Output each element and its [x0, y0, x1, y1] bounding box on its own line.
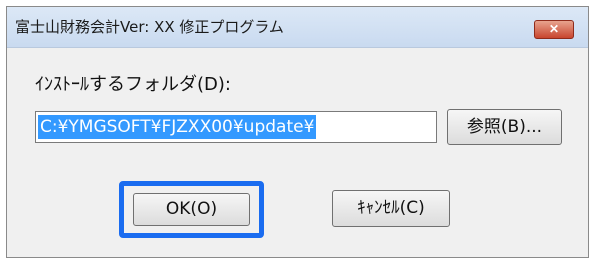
- window-title: 富士山財務会計Ver: XX 修正プログラム: [15, 18, 284, 36]
- install-folder-input[interactable]: C:¥YMGSOFT¥FJZXX00¥update¥: [35, 111, 437, 143]
- close-icon: ✕: [548, 22, 560, 36]
- cancel-button[interactable]: ｷｬﾝｾﾙ(C): [332, 190, 450, 227]
- install-folder-path-value[interactable]: C:¥YMGSOFT¥FJZXX00¥update¥: [38, 115, 317, 139]
- dialog-body: ｲﾝｽﾄｰﾙするフォルダ(D): C:¥YMGSOFT¥FJZXX00¥upda…: [7, 48, 588, 257]
- ok-button[interactable]: OK(O): [133, 193, 250, 226]
- install-folder-label: ｲﾝｽﾄｰﾙするフォルダ(D):: [35, 74, 231, 95]
- browse-button[interactable]: 参照(B)...: [447, 109, 562, 145]
- title-bar[interactable]: 富士山財務会計Ver: XX 修正プログラム ✕: [7, 7, 588, 48]
- install-dialog-window: 富士山財務会計Ver: XX 修正プログラム ✕ ｲﾝｽﾄｰﾙするフォルダ(D)…: [6, 6, 589, 258]
- close-button[interactable]: ✕: [534, 20, 574, 39]
